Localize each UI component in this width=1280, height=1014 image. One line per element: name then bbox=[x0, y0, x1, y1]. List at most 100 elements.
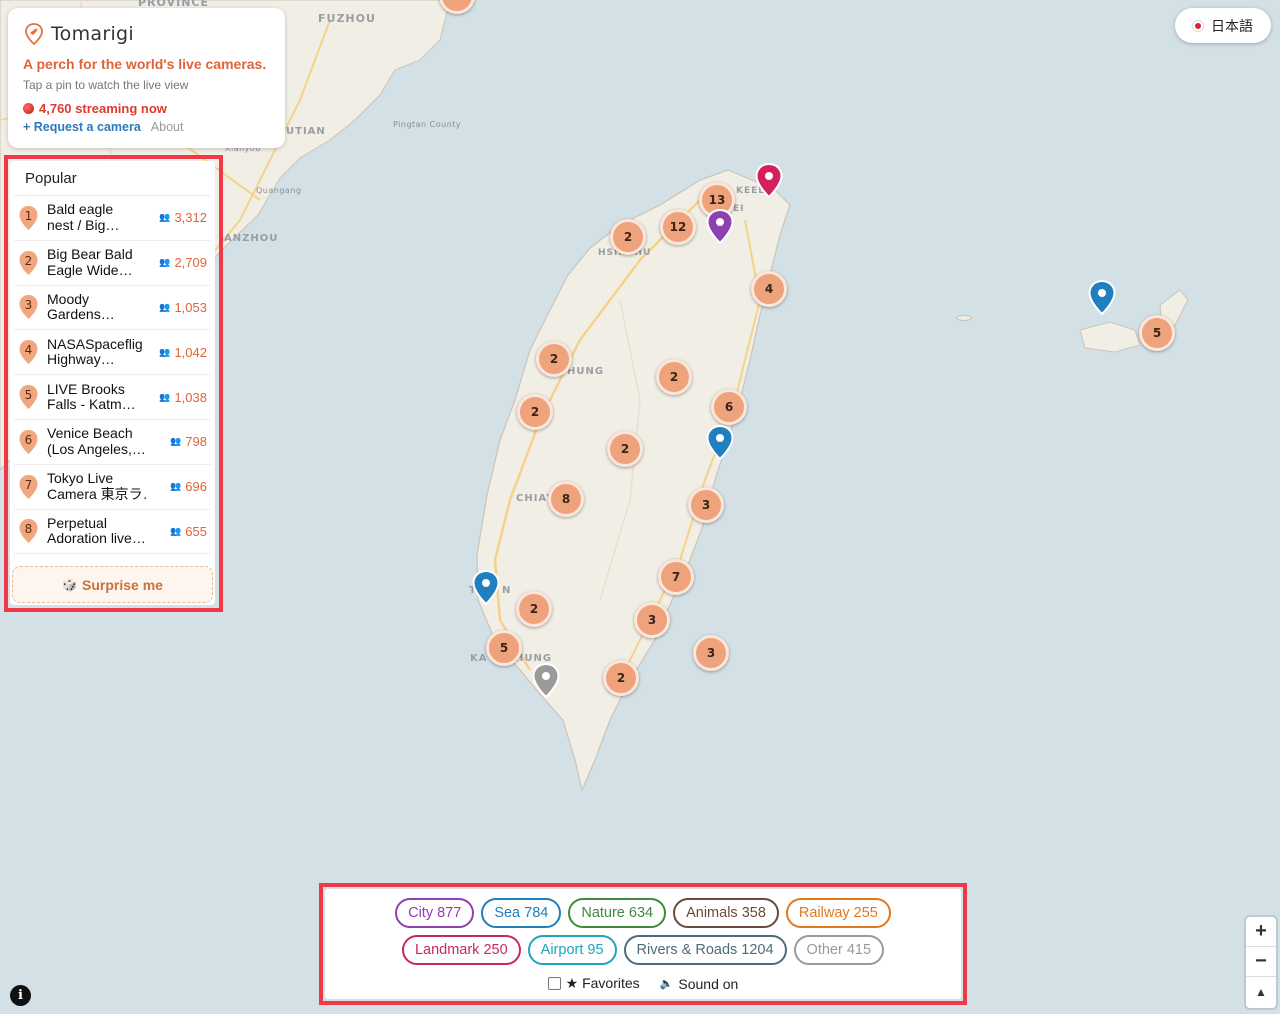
speaker-icon: 🔈 bbox=[659, 978, 674, 990]
category-chip[interactable]: Railway 255 bbox=[785, 898, 891, 928]
camera-cluster[interactable]: 3 bbox=[634, 602, 670, 638]
camera-name: Venice Beach (Los Angeles,… bbox=[47, 426, 147, 457]
app-name: Tomarigi bbox=[51, 23, 134, 45]
map-label-taipei: EI bbox=[733, 204, 745, 214]
category-chip[interactable]: Animals 358 bbox=[673, 898, 779, 928]
popular-title: Popular bbox=[14, 161, 211, 196]
brand: Tomarigi bbox=[23, 22, 269, 46]
viewer-count-value: 798 bbox=[185, 434, 207, 450]
category-chip[interactable]: Other 415 bbox=[793, 935, 885, 965]
surprise-me-button[interactable]: 🎲 Surprise me bbox=[12, 566, 213, 604]
about-link[interactable]: About bbox=[151, 120, 184, 134]
camera-cluster[interactable]: 7 bbox=[658, 559, 694, 595]
map-label-taichung: HUNG bbox=[567, 366, 605, 377]
landmark-camera-pin[interactable] bbox=[755, 163, 783, 199]
zoom-out-button[interactable]: − bbox=[1246, 947, 1276, 977]
category-chip[interactable]: City 877 bbox=[395, 898, 475, 928]
viewer-count-value: 696 bbox=[185, 479, 207, 495]
rank-number: 1 bbox=[24, 208, 33, 223]
sea-camera-pin[interactable] bbox=[1088, 280, 1116, 316]
camera-cluster[interactable]: 2 bbox=[610, 219, 646, 255]
popular-list-item[interactable]: 1 Bald eagle nest / Big… 👥 3,312 bbox=[14, 196, 211, 241]
popular-list: 1 Bald eagle nest / Big… 👥 3,312 2 Big Bear Ba… bbox=[10, 196, 215, 555]
viewer-count-value: 2,709 bbox=[174, 255, 207, 271]
popular-list-item[interactable]: 8 Perpetual Adoration live… 👥 655 bbox=[14, 510, 211, 555]
popular-panel: Popular 1 Bald eagle nest / Big… 👥 3,312 2 Big… bbox=[10, 161, 215, 605]
camera-cluster[interactable]: 2 bbox=[517, 394, 553, 430]
sea-camera-pin[interactable] bbox=[472, 570, 500, 606]
map-label-pingtan: Pingtan County bbox=[393, 120, 462, 129]
camera-name-line-1: Bald eagle bbox=[47, 202, 114, 218]
tomarigi-logo-icon bbox=[25, 23, 43, 46]
camera-name: Bald eagle nest / Big… bbox=[47, 202, 147, 233]
viewers-icon: 👥 bbox=[159, 212, 171, 223]
popular-list-item[interactable]: 7 Tokyo Live Camera 東京ラ… 👥 696 bbox=[14, 465, 211, 510]
camera-name-line-1: NASASpaceflig bbox=[47, 336, 143, 352]
request-camera-link[interactable]: + Request a camera bbox=[23, 120, 141, 134]
camera-name-line-2: Adoration live… bbox=[47, 531, 146, 547]
category-chip[interactable]: Rivers & Roads 1204 bbox=[623, 935, 787, 965]
rank-badge: 3 bbox=[18, 294, 39, 320]
map-label-quangang: Quangang bbox=[256, 186, 302, 195]
sea-camera-pin[interactable] bbox=[706, 425, 734, 461]
sound-toggle[interactable]: 🔈 Sound on bbox=[660, 975, 739, 992]
camera-cluster[interactable]: 5 bbox=[486, 630, 522, 666]
camera-name-line-1: Venice Beach bbox=[47, 426, 133, 442]
zoom-in-button[interactable]: + bbox=[1246, 917, 1276, 947]
favorites-checkbox[interactable] bbox=[547, 977, 561, 990]
popular-list-item[interactable]: 4 NASASpaceflig Highway… 👥 1,042 bbox=[14, 330, 211, 376]
camera-cluster[interactable]: 2 bbox=[516, 591, 552, 627]
viewers-icon: 👥 bbox=[170, 481, 182, 492]
sound-label: Sound on bbox=[678, 975, 739, 992]
camera-cluster[interactable]: 6 bbox=[711, 389, 747, 425]
viewer-count: 👥 655 bbox=[170, 524, 207, 539]
map-label-tainan-b: N bbox=[502, 585, 512, 596]
camera-name-line-1: Tokyo Live bbox=[47, 471, 114, 487]
map-label-quanzhou: ANZHOU bbox=[224, 233, 279, 244]
camera-name: Perpetual Adoration live… bbox=[47, 516, 147, 547]
category-chip[interactable]: Landmark 250 bbox=[401, 935, 521, 965]
language-label: 日本語 bbox=[1211, 17, 1253, 34]
viewer-count: 👥 1,042 bbox=[159, 345, 207, 360]
app-info-card: Tomarigi A perch for the world's live ca… bbox=[8, 8, 285, 148]
viewers-icon: 👥 bbox=[170, 436, 182, 447]
camera-cluster[interactable]: 3 bbox=[688, 487, 724, 523]
camera-cluster[interactable]: 4 bbox=[751, 271, 787, 307]
rank-number: 8 bbox=[24, 522, 33, 537]
camera-name-line-2: nest / Big… bbox=[47, 217, 120, 233]
popular-list-item[interactable]: 3 Moody Gardens… 👥 1,053 bbox=[14, 286, 211, 331]
popular-list-item[interactable]: 5 LIVE Brooks Falls - Katm… 👥 1,038 bbox=[14, 375, 211, 420]
viewer-count: 👥 1,038 bbox=[159, 390, 207, 405]
camera-name-line-2: Highway… bbox=[47, 352, 115, 368]
favorites-toggle[interactable]: ★ Favorites bbox=[547, 975, 640, 992]
info-links: + Request a camera About bbox=[23, 120, 269, 134]
camera-cluster[interactable]: 2 bbox=[656, 359, 692, 395]
camera-cluster[interactable]: 8 bbox=[548, 481, 584, 517]
tagline: A perch for the world's live cameras. bbox=[23, 56, 267, 72]
popular-list-item[interactable]: 2 Big Bear Bald Eagle Wide… 👥 2,709 bbox=[14, 241, 211, 286]
camera-name-line-2: Gardens… bbox=[47, 307, 115, 323]
attribution-info-button[interactable]: i bbox=[10, 985, 31, 1006]
viewers-icon: 👥 bbox=[170, 525, 182, 536]
other-camera-pin[interactable] bbox=[532, 663, 560, 699]
camera-cluster[interactable]: 2 bbox=[607, 431, 643, 467]
camera-cluster[interactable]: 2 bbox=[603, 660, 639, 696]
streaming-count: 4,760 streaming now bbox=[23, 101, 269, 116]
rank-number: 5 bbox=[24, 388, 33, 403]
camera-cluster[interactable]: 12 bbox=[660, 209, 696, 245]
camera-cluster[interactable]: 5 bbox=[1139, 315, 1175, 351]
camera-cluster[interactable]: 2 bbox=[536, 341, 572, 377]
category-chip[interactable]: Nature 634 bbox=[568, 898, 667, 928]
camera-name-line-1: Big Bear Bald bbox=[47, 247, 133, 263]
camera-cluster[interactable]: 3 bbox=[693, 635, 729, 671]
viewer-count-value: 1,038 bbox=[174, 389, 207, 405]
category-row-1: City 877 Sea 784 Nature 634 Animals 358 Rail… bbox=[325, 898, 961, 928]
language-toggle-button[interactable]: 日本語 bbox=[1175, 8, 1271, 43]
compass-reset-button[interactable]: ▲ bbox=[1246, 977, 1276, 1007]
category-chip[interactable]: Sea 784 bbox=[481, 898, 562, 928]
popular-list-item[interactable]: 6 Venice Beach (Los Angeles,… 👥 798 bbox=[14, 420, 211, 465]
rank-badge: 5 bbox=[18, 384, 39, 410]
category-chip[interactable]: Airport 95 bbox=[527, 935, 617, 965]
surprise-me-label: Surprise me bbox=[82, 576, 163, 593]
city-camera-pin[interactable] bbox=[706, 209, 734, 245]
